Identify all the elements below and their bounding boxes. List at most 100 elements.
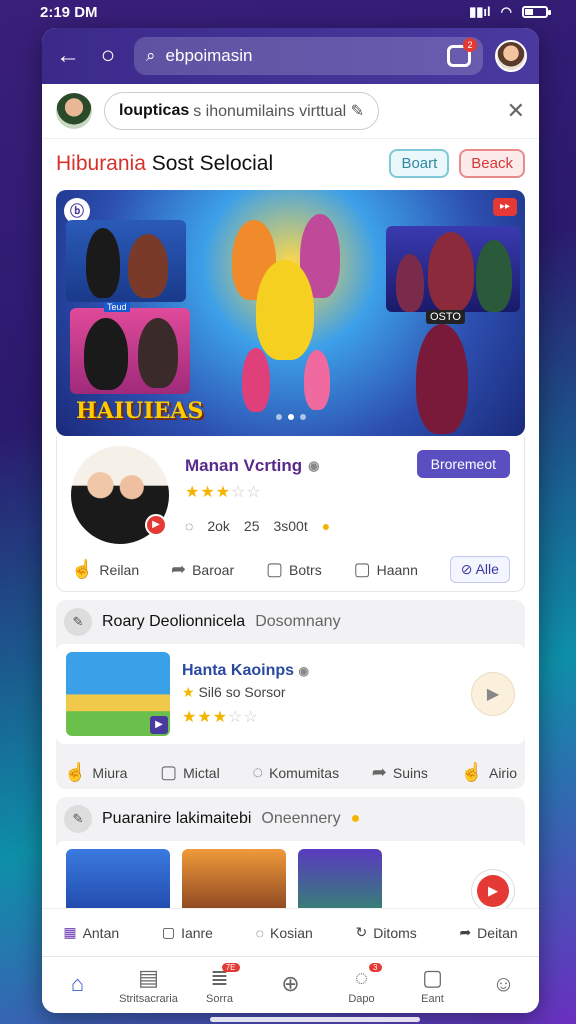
share-icon: ↻ — [355, 924, 368, 940]
prompt-row: loupticas s ihonumilains virttual ✎ ✕ — [42, 84, 539, 139]
stat-views: 3s00t — [273, 518, 308, 534]
send-icon: ➦ — [459, 924, 472, 940]
group-one-header: ✎ Roary Deolionnicela Dosomnany — [56, 600, 525, 644]
tab-home[interactable]: ⌂ — [48, 971, 108, 999]
share-icon: ➦ — [171, 559, 187, 579]
tab-store[interactable]: ▤ Stritsacraria — [119, 965, 179, 1005]
group-one-title: Roary Deolionnicela — [102, 613, 246, 630]
bottom-action-4[interactable]: ↻ Ditoms — [355, 924, 416, 941]
comment-icon: ◌ — [252, 762, 264, 782]
bottom-action-5[interactable]: ➦ Deitan — [459, 924, 517, 941]
bottom-action-2[interactable]: ▢ Ianre — [162, 924, 213, 941]
group-two-muted: Oneennery — [261, 810, 341, 827]
pin-icon: ✎ — [64, 608, 92, 636]
action-3[interactable]: ◌ Komumitas — [252, 762, 339, 783]
prompt-pill[interactable]: loupticas s ihonumilains virttual ✎ — [104, 92, 380, 130]
tab-bar: ⌂ ▤ Stritsacraria 7E ≣ Sorra ⊕ 3 ◌ Dapo ▢ Eant… — [42, 956, 539, 1013]
group-one-item[interactable]: ▶ Hanta Kaoinps ◉ ★ Sil6 so Sorsor ★★★☆☆… — [56, 644, 525, 744]
feature-rating: ★★★☆☆ — [185, 484, 262, 501]
hero-banner[interactable]: ⓑ ▸▸ Teud OSTO HAIUIEAS — [56, 190, 525, 436]
bottom-actions: ▦ Antan ▢ Ianre ◌ Kosian ↻ Ditoms ➦ Deitan — [42, 908, 539, 956]
section-title-accent: Hiburania — [56, 151, 146, 175]
emoji-icon: ● — [350, 810, 361, 827]
battery-icon — [522, 6, 551, 18]
bottom-action-3[interactable]: ◌ Kosian — [256, 925, 313, 941]
tab-profile[interactable]: ☺ — [474, 971, 534, 999]
tab-chat[interactable]: 3 ◌ Dapo — [332, 963, 392, 1005]
user-avatar[interactable] — [495, 40, 527, 72]
alle-chip-button[interactable]: ⊘ Alle — [449, 556, 510, 583]
hero-tile-left-top — [66, 220, 186, 302]
search-text: ebpoimasin — [165, 46, 253, 65]
item-thumbnail[interactable]: ▶ — [66, 652, 170, 736]
action-4[interactable]: ➦ Suins — [372, 762, 428, 783]
close-icon[interactable]: ✕ — [507, 98, 525, 124]
action-share[interactable]: ➦ Baroar — [171, 559, 234, 580]
action-comment[interactable]: ▢ Botrs — [266, 559, 322, 580]
hero-person — [242, 348, 270, 412]
profile-icon: ☺ — [492, 971, 515, 996]
item-title-row: Hanta Kaoinps ◉ — [182, 661, 309, 679]
thumb-icon: ☝ — [460, 762, 483, 782]
beack-button[interactable]: Beack — [459, 149, 525, 178]
tab-stack[interactable]: 7E ≣ Sorra — [190, 963, 250, 1005]
group-two-header: ✎ Puaranire lakimaitebi Oneennery ● — [56, 797, 525, 841]
hero-person — [428, 232, 474, 312]
boart-button[interactable]: Boart — [389, 149, 450, 178]
action-like[interactable]: ☝ Reilan — [71, 559, 139, 580]
section-title: Hiburania Sost Selocial — [56, 152, 273, 176]
search-input[interactable]: ⌕ ebpoimasin 2 — [134, 37, 483, 75]
thumb-icon: ☝ — [64, 762, 87, 782]
hero-person — [138, 318, 178, 388]
verified-icon: ◉ — [308, 458, 320, 473]
feature-stats: ◌ 2ok 25 3s00t ● — [185, 518, 401, 534]
camera-badge: 2 — [463, 38, 477, 52]
hero-person — [396, 254, 424, 312]
item-rating: ★★★☆☆ — [182, 708, 259, 726]
store-icon: ▤ — [138, 965, 159, 990]
group-one-muted: Dosomnany — [255, 613, 341, 630]
hero-person — [84, 318, 128, 390]
hero-tag-small: Teud — [104, 302, 130, 312]
play-button[interactable]: ▶ — [471, 672, 515, 716]
tab-badge: 7E — [221, 963, 240, 972]
compass-icon: ⊕ — [281, 971, 300, 996]
action-1[interactable]: ☝ Miura — [64, 762, 127, 783]
status-bar: 2:19 DM ▮▮ıl ◠ — [0, 0, 576, 24]
feature-actions: ☝ Reilan ➦ Baroar ▢ Botrs ▢ Haann ⊘ Alle — [71, 556, 510, 583]
action-5[interactable]: ☝ Airio — [461, 762, 517, 783]
search-icon[interactable]: ○ — [94, 42, 122, 70]
record-play-button[interactable] — [471, 869, 515, 913]
camera-icon[interactable]: 2 — [447, 38, 477, 67]
share-icon: ➦ — [371, 762, 387, 782]
search-glass-icon: ⌕ — [146, 46, 156, 65]
hero-pager[interactable] — [275, 414, 306, 420]
item-sub-row: ★ Sil6 so Sorsor — [182, 683, 286, 700]
home-indicator[interactable] — [210, 1017, 420, 1022]
section-header: Hiburania Sost Selocial Boart Beack — [42, 139, 539, 188]
play-icon[interactable]: ▶ — [145, 514, 167, 536]
tab-compass[interactable]: ⊕ — [261, 971, 321, 999]
star-icon: ★ — [182, 683, 195, 700]
back-arrow-icon[interactable]: ← — [54, 42, 82, 70]
bottom-action-1[interactable]: ▦ Antan — [63, 924, 119, 941]
feature-cta-button[interactable]: Broremeot — [416, 450, 510, 478]
action-message[interactable]: ▢ Haann — [354, 559, 418, 580]
grid-icon: ▦ — [63, 924, 77, 940]
thumb-icon: ☝ — [71, 559, 94, 579]
feature-name[interactable]: Manan Vcrting — [185, 456, 302, 476]
action-2[interactable]: ▢ Mictal — [160, 762, 220, 783]
group-one: ✎ Roary Deolionnicela Dosomnany ▶ Hanta … — [56, 600, 525, 789]
hero-person — [304, 350, 330, 410]
message-icon: ▢ — [353, 559, 371, 579]
group-two-title: Puaranire lakimaitebi — [102, 810, 252, 827]
video-badge-icon: ▶ — [150, 716, 168, 734]
tab-device[interactable]: ▢ Eant — [403, 965, 463, 1005]
hero-person — [476, 240, 512, 312]
feature-thumbnail[interactable]: ▶ — [71, 446, 169, 544]
status-time: 2:19 DM — [40, 3, 98, 21]
comment-box-icon: ▢ — [266, 559, 284, 579]
status-icons: ▮▮ıl ◠ — [469, 4, 551, 20]
prompt-rest: s ihonumilains virttual ✎ — [193, 103, 365, 120]
section-title-rest: Sost Selocial — [151, 151, 274, 175]
